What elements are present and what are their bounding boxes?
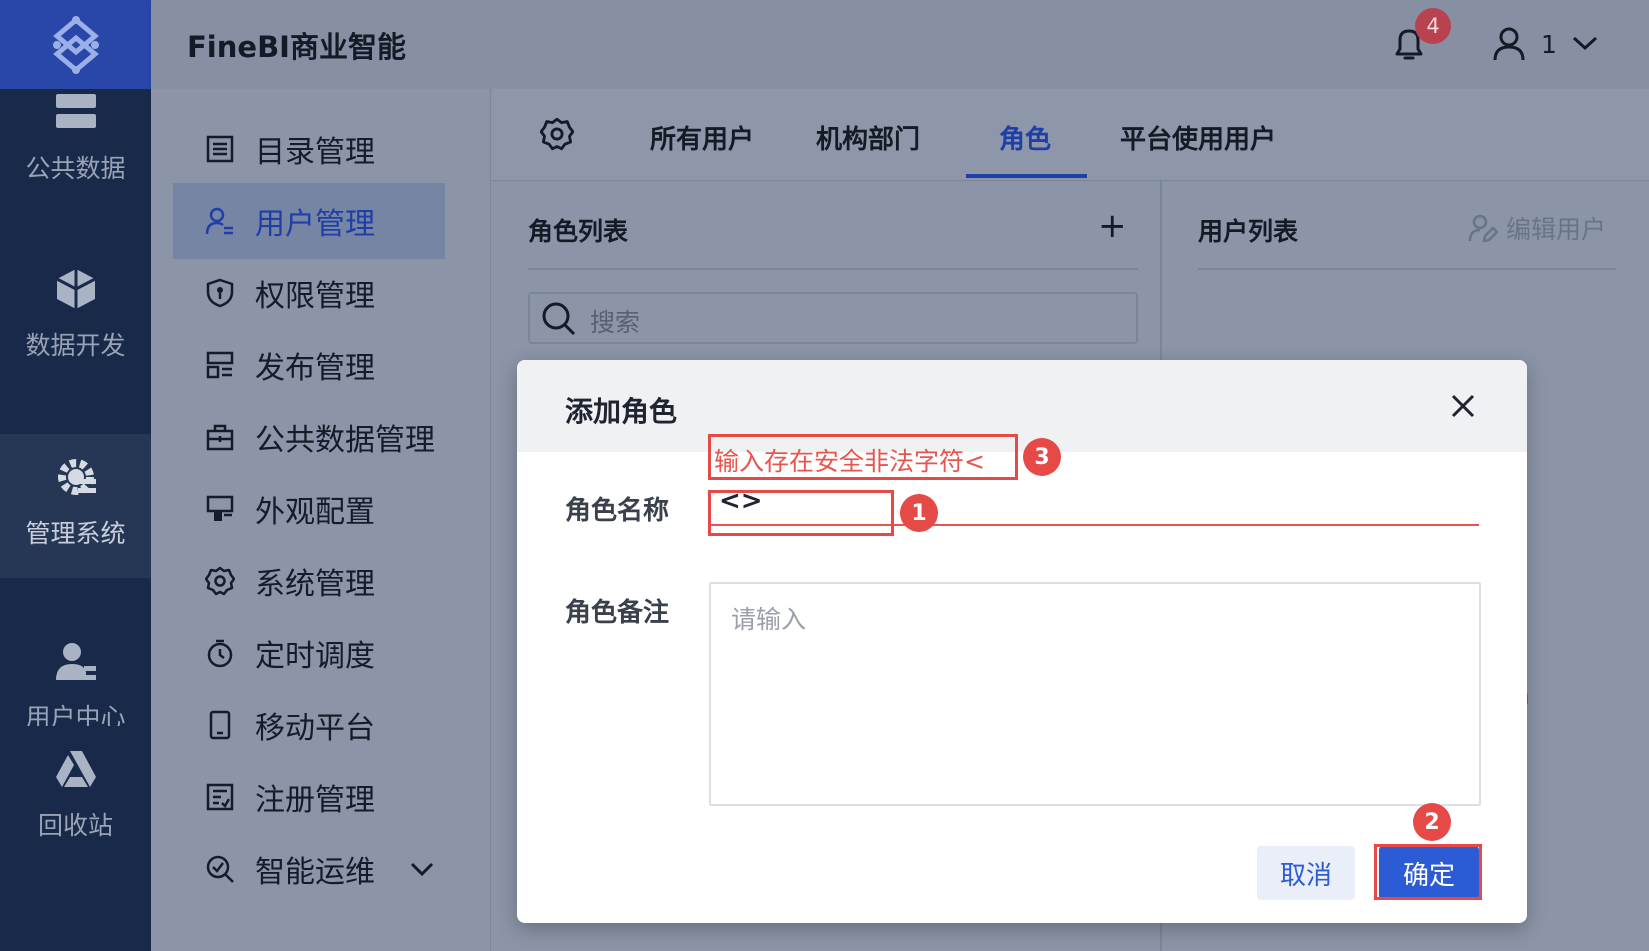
search-placeholder: 搜索	[590, 308, 641, 337]
dialog-header: 添加角色	[517, 360, 1527, 452]
timer-icon	[203, 636, 237, 670]
annotation-marker-2: 2	[1413, 803, 1451, 841]
sidebar-item-label: 公共数据管理	[255, 423, 435, 458]
tab-all-users[interactable]: 所有用户	[650, 119, 754, 156]
sidebar-item-public-data-manage[interactable]: 公共数据管理	[173, 399, 445, 475]
edit-user-label: 编辑用户	[1506, 215, 1607, 244]
rail-item-management[interactable]: 管理系统	[0, 434, 151, 578]
sidebar-item-permission[interactable]: 权限管理	[173, 255, 445, 331]
rail-item-data-dev[interactable]: 数据开发	[0, 266, 151, 386]
logo-icon	[52, 15, 99, 74]
active-tab-indicator	[966, 174, 1087, 178]
sidebar-item-label: 用户管理	[255, 207, 375, 242]
top-header: FineBI商业智能 4 1	[151, 0, 1649, 89]
role-remark-label: 角色备注	[565, 598, 670, 628]
user-name[interactable]: 1	[1541, 30, 1557, 59]
tab-platform-users[interactable]: 平台使用用户	[1120, 119, 1276, 156]
sidebar-item-label: 外观配置	[255, 495, 375, 530]
user-list-title: 用户列表	[1198, 217, 1299, 246]
rail-item-label: 管理系统	[25, 519, 126, 548]
edit-user-icon	[1468, 214, 1498, 243]
gear-icon	[53, 454, 99, 500]
user-icon[interactable]	[1491, 26, 1527, 62]
sidebar-item-label: 智能运维	[255, 855, 375, 890]
edit-user-button[interactable]: 编辑用户	[1468, 210, 1606, 246]
app-logo[interactable]	[0, 0, 151, 89]
sidebar-item-publish[interactable]: 发布管理	[173, 327, 445, 403]
role-list-title: 角色列表	[528, 217, 629, 246]
rail-item-user-center[interactable]: 用户中心	[0, 640, 151, 726]
divider	[528, 268, 1138, 270]
ops-icon	[203, 852, 237, 886]
sidebar-item-label: 发布管理	[255, 351, 375, 386]
annotation-marker-1: 1	[900, 494, 938, 532]
app-title: FineBI商业智能	[187, 30, 406, 64]
rail-item-label: 公共数据	[25, 154, 126, 183]
sidebar-item-label: 移动平台	[255, 711, 375, 746]
annotation-marker-3: 3	[1023, 438, 1061, 476]
user-manage-icon	[203, 204, 237, 238]
mobile-icon	[203, 708, 237, 742]
sidebar-item-label: 目录管理	[255, 135, 375, 170]
rail-item-public-data[interactable]: 公共数据	[0, 89, 151, 209]
dialog-title: 添加角色	[565, 395, 678, 428]
search-icon	[542, 302, 576, 336]
tab-departments[interactable]: 机构部门	[816, 119, 920, 156]
remark-placeholder: 请输入	[731, 605, 807, 634]
list-icon	[203, 132, 237, 166]
gear-icon	[203, 564, 237, 598]
annotation-box-input	[708, 490, 894, 536]
left-rail: 公共数据 数据开发 管理系统 用户中心 回收站	[0, 0, 151, 951]
close-icon[interactable]	[1447, 390, 1479, 422]
annotation-box-error	[708, 434, 1018, 480]
database-icon	[53, 89, 99, 135]
sidebar-item-label: 定时调度	[255, 639, 375, 674]
sidebar-item-schedule[interactable]: 定时调度	[173, 615, 445, 691]
sidebar-item-catalog[interactable]: 目录管理	[173, 111, 445, 187]
divider	[1198, 268, 1616, 270]
recycle-icon	[53, 746, 99, 792]
cancel-button[interactable]: 取消	[1257, 846, 1355, 900]
sidebar-item-mobile[interactable]: 移动平台	[173, 687, 445, 763]
sidebar-item-register[interactable]: 注册管理	[173, 759, 445, 835]
sidebar-item-appearance[interactable]: 外观配置	[173, 471, 445, 547]
chevron-down-icon[interactable]	[1571, 34, 1599, 52]
rail-item-label: 回收站	[37, 811, 113, 840]
rail-item-label: 用户中心	[25, 703, 126, 726]
user-center-icon	[53, 640, 99, 684]
sidebar-item-label: 权限管理	[255, 279, 375, 314]
settings-icon[interactable]	[540, 117, 574, 151]
secondary-sidebar: 目录管理 用户管理 权限管理 发布管理 公共数据管理 外观配置 系统管理 定时调…	[151, 89, 491, 951]
sidebar-item-system[interactable]: 系统管理	[173, 543, 445, 619]
sidebar-item-label: 注册管理	[255, 783, 375, 818]
cube-icon	[53, 266, 99, 312]
role-remark-textarea[interactable]: 请输入	[709, 582, 1481, 806]
tab-bar: 所有用户 机构部门 角色 平台使用用户	[492, 89, 1649, 181]
register-icon	[203, 780, 237, 814]
notification-badge: 4	[1415, 8, 1451, 44]
appearance-icon	[203, 492, 237, 526]
sidebar-item-user-manage[interactable]: 用户管理	[173, 183, 445, 259]
rail-item-label: 数据开发	[25, 331, 126, 360]
tab-roles[interactable]: 角色	[999, 119, 1051, 156]
shield-icon	[203, 276, 237, 310]
publish-icon	[203, 348, 237, 382]
add-role-dialog: 添加角色 输入存在安全非法字符< 角色名称 <> 角色备注 请输入 取消 确定	[517, 360, 1527, 923]
rail-item-recycle[interactable]: 回收站	[0, 746, 151, 866]
role-name-label: 角色名称	[565, 496, 670, 526]
briefcase-icon	[203, 420, 237, 454]
chevron-down-icon[interactable]	[409, 861, 435, 877]
add-role-button[interactable]: +	[1098, 206, 1127, 246]
sidebar-item-label: 系统管理	[255, 567, 375, 602]
annotation-box-confirm	[1374, 844, 1482, 900]
sidebar-item-smart-ops[interactable]: 智能运维	[173, 831, 445, 907]
